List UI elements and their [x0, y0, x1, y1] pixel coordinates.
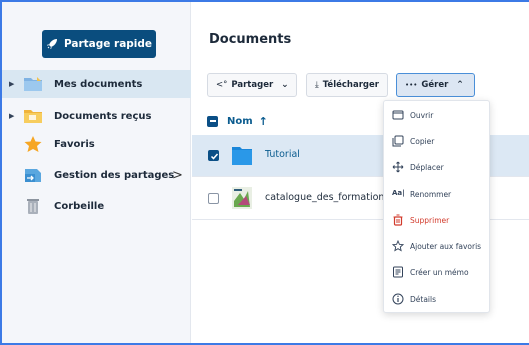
trash-icon	[393, 214, 403, 226]
move-icon	[392, 161, 404, 173]
chevron-down-icon: ⌄	[281, 80, 289, 90]
page-title: Documents	[209, 32, 292, 47]
quick-share-button[interactable]: Partage rapide	[42, 30, 156, 58]
manage-label: Gérer	[421, 80, 449, 90]
menu-item-label: Renommer	[410, 189, 452, 199]
open-icon	[392, 110, 404, 120]
folder-blue-icon	[24, 77, 42, 91]
chevron-right-icon[interactable]: >	[172, 168, 183, 183]
row-checkbox[interactable]	[208, 193, 219, 204]
menu-item-favoris[interactable]: Ajouter aux favoris	[384, 233, 491, 259]
trash-icon	[27, 199, 39, 214]
menu-item-renommer[interactable]: Aa| Renommer	[384, 181, 491, 207]
sidebar-item-documents-recus[interactable]: ▶ Documents reçus	[2, 102, 191, 130]
menu-item-label: Ouvrir	[410, 110, 434, 120]
sidebar-item-label: Gestion des partages	[54, 169, 175, 181]
memo-icon	[393, 266, 403, 278]
quick-share-label: Partage rapide	[63, 38, 153, 50]
star-icon	[24, 136, 42, 152]
rename-icon: Aa|	[392, 189, 405, 197]
app-frame: Partage rapide ▶ Mes documents ▶ Documen…	[0, 0, 529, 345]
menu-item-deplacer[interactable]: Déplacer	[384, 154, 491, 180]
document-thumbnail-icon	[232, 187, 252, 209]
sidebar-item-label: Mes documents	[54, 78, 143, 90]
sidebar-item-gestion-partages[interactable]: Gestion des partages >	[2, 161, 191, 189]
caret-right-icon[interactable]: ▶	[9, 112, 14, 120]
share-button[interactable]: <° Partager ⌄	[207, 73, 297, 97]
sidebar-item-label: Corbeille	[54, 200, 105, 212]
sidebar-item-label: Documents reçus	[54, 110, 152, 122]
menu-item-label: Déplacer	[410, 162, 444, 172]
sidebar: Partage rapide ▶ Mes documents ▶ Documen…	[2, 2, 191, 343]
share-label: Partager	[231, 80, 274, 90]
download-button[interactable]: ⤓ Télécharger	[306, 73, 388, 97]
download-icon: ⤓	[315, 80, 319, 90]
menu-item-copier[interactable]: Copier	[384, 128, 491, 154]
row-name[interactable]: catalogue_des_formations	[265, 192, 389, 203]
folder-icon	[232, 147, 252, 165]
sidebar-item-mes-documents[interactable]: ▶ Mes documents	[2, 70, 191, 98]
row-name[interactable]: Tutorial	[265, 149, 300, 160]
sort-asc-icon[interactable]: ↑	[259, 115, 268, 128]
rocket-icon	[46, 39, 57, 49]
sidebar-item-label: Favoris	[54, 138, 95, 150]
sidebar-item-favoris[interactable]: Favoris	[2, 130, 191, 158]
column-header-name[interactable]: Nom ↑	[207, 112, 268, 130]
menu-item-label: Copier	[410, 136, 435, 146]
menu-item-ouvrir[interactable]: Ouvrir	[384, 102, 491, 128]
star-outline-icon	[392, 240, 404, 252]
copy-icon	[392, 135, 404, 147]
manage-dropdown-menu: Ouvrir Copier Déplacer Aa| Renommer Supp…	[383, 100, 490, 313]
menu-item-memo[interactable]: Créer un mémo	[384, 259, 491, 285]
download-label: Télécharger	[322, 80, 379, 90]
menu-item-label: Créer un mémo	[410, 267, 469, 277]
caret-right-icon[interactable]: ▶	[9, 80, 14, 88]
select-all-checkbox[interactable]	[207, 115, 218, 127]
share-folder-icon	[25, 169, 41, 182]
share-icon: <°	[216, 80, 228, 90]
menu-item-details[interactable]: Détails	[384, 286, 491, 312]
menu-item-label: Supprimer	[410, 215, 450, 225]
menu-item-supprimer[interactable]: Supprimer	[384, 207, 491, 233]
menu-item-label: Détails	[410, 294, 437, 304]
more-dots-icon: •••	[405, 81, 418, 89]
row-checkbox[interactable]	[208, 150, 219, 161]
chevron-up-icon: ⌃	[456, 80, 464, 90]
sidebar-item-corbeille[interactable]: Corbeille	[2, 192, 191, 220]
menu-item-label: Ajouter aux favoris	[410, 241, 482, 251]
manage-button[interactable]: ••• Gérer ⌃	[396, 73, 475, 97]
info-icon	[392, 293, 404, 305]
column-header-label: Nom	[227, 115, 253, 127]
folder-yellow-icon	[24, 110, 42, 123]
